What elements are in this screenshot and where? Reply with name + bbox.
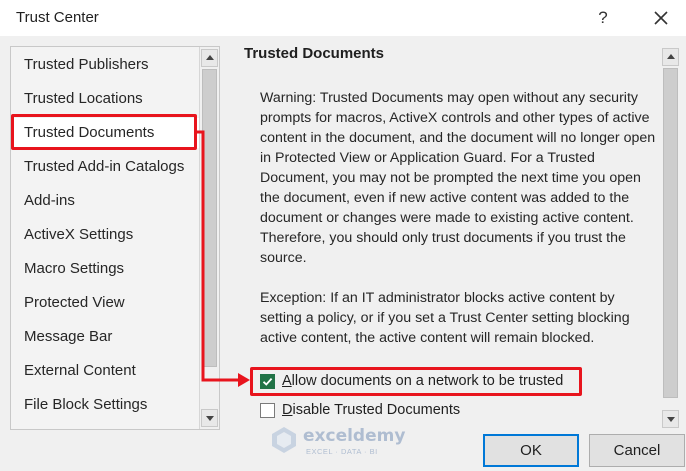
nav-item-activex-settings[interactable]: ActiveX Settings (13, 220, 199, 250)
watermark-name: exceldemy (303, 426, 406, 446)
nav-item-addins[interactable]: Add-ins (13, 186, 199, 216)
category-list-items: Trusted Publishers Trusted Locations Tru… (11, 47, 199, 429)
close-button[interactable] (648, 5, 674, 31)
category-scrollbar[interactable] (199, 47, 219, 429)
scroll-thumb[interactable] (202, 69, 217, 367)
panel-scroll-up-button[interactable] (662, 48, 679, 66)
nav-item-trusted-locations[interactable]: Trusted Locations (13, 84, 199, 114)
watermark-tagline: EXCEL · DATA · BI (306, 447, 378, 456)
exceldemy-watermark: exceldemy EXCEL · DATA · BI (270, 424, 420, 458)
nav-item-protected-view[interactable]: Protected View (13, 288, 199, 318)
close-icon (654, 11, 668, 25)
arrow-down-icon (667, 417, 675, 422)
exceldemy-logo-icon (272, 427, 296, 453)
disable-trusted-label: Disable Trusted Documents (282, 402, 461, 418)
annotation-box-nav (11, 114, 197, 150)
panel-scroll-thumb[interactable] (663, 68, 678, 398)
nav-item-message-bar[interactable]: Message Bar (13, 322, 199, 352)
cancel-button[interactable]: Cancel (589, 434, 685, 467)
arrow-up-icon (667, 54, 675, 59)
nav-item-file-block-settings[interactable]: File Block Settings (13, 390, 199, 420)
ok-button[interactable]: OK (483, 434, 579, 467)
scroll-down-button[interactable] (201, 409, 218, 427)
nav-item-trusted-publishers[interactable]: Trusted Publishers (13, 50, 199, 80)
scroll-up-button[interactable] (201, 49, 218, 67)
trust-center-dialog: Trust Center ? Trusted Publishers Truste… (0, 0, 686, 471)
dialog-title: Trust Center (16, 9, 99, 26)
arrow-down-icon (206, 416, 214, 421)
annotation-box-checkbox (250, 367, 582, 396)
help-button[interactable]: ? (592, 7, 614, 29)
title-bar: Trust Center ? (0, 0, 686, 36)
exception-text: Exception: If an IT administrator blocks… (260, 290, 630, 346)
arrow-up-icon (206, 55, 214, 60)
settings-scrollbar[interactable] (661, 46, 681, 430)
warning-text: Warning: Trusted Documents may open with… (260, 90, 656, 266)
nav-item-external-content[interactable]: External Content (13, 356, 199, 386)
category-list: Trusted Publishers Trusted Locations Tru… (10, 46, 220, 430)
disable-trusted-option[interactable]: Disable Trusted Documents (260, 400, 470, 420)
section-title: Trusted Documents (244, 45, 385, 62)
nav-item-macro-settings[interactable]: Macro Settings (13, 254, 199, 284)
nav-item-trusted-addin-catalogs[interactable]: Trusted Add-in Catalogs (13, 152, 199, 182)
panel-scroll-down-button[interactable] (662, 410, 679, 428)
disable-trusted-checkbox[interactable] (260, 403, 275, 418)
